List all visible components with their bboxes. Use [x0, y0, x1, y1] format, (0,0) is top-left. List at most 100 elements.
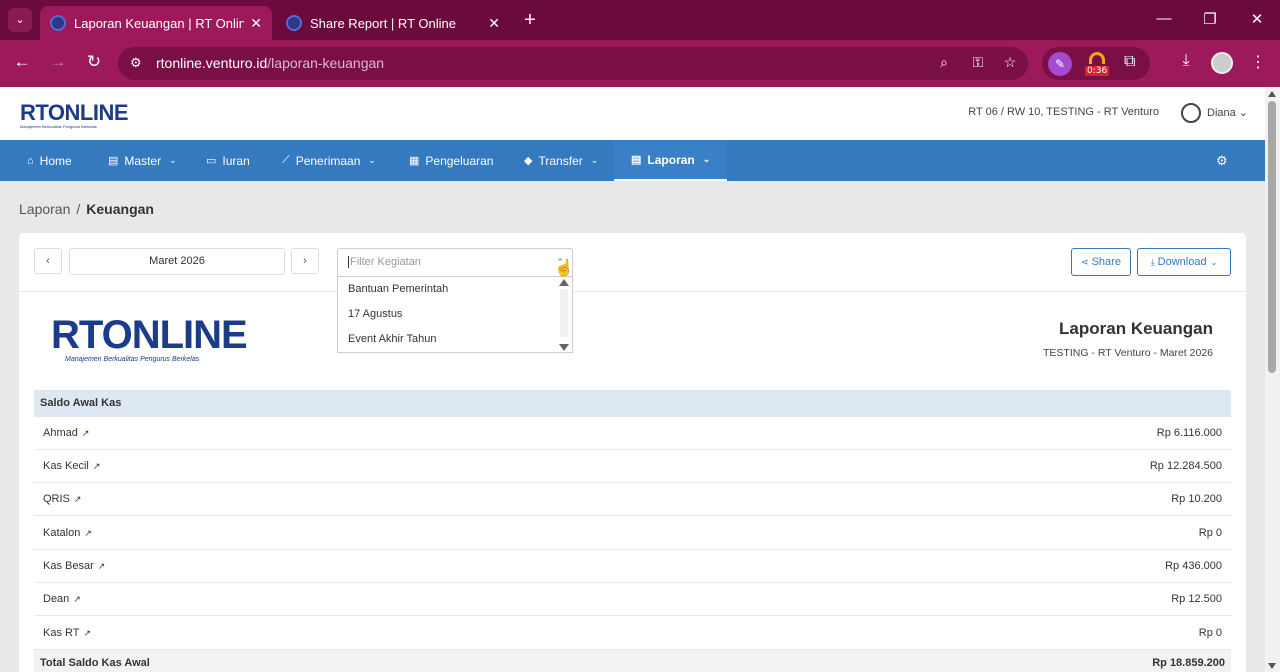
rt-info: RT 06 / RW 10, TESTING - RT Venturo [968, 106, 1159, 118]
nav-pengeluaran[interactable]: ▦ Pengeluaran [409, 140, 493, 181]
scroll-up-icon[interactable] [1268, 91, 1276, 97]
site-settings-icon[interactable]: ⚙ [130, 55, 142, 71]
account-link[interactable]: Kas Besar ↗ [43, 560, 105, 572]
card-icon: ▭ [206, 155, 217, 167]
back-icon[interactable]: ← [11, 52, 33, 72]
profile-avatar[interactable] [1211, 52, 1233, 74]
account-link[interactable]: Dean ↗ [43, 593, 81, 605]
bookmark-star-icon[interactable]: ☆ [1000, 54, 1020, 71]
feather-extension-icon[interactable]: ✎ [1048, 52, 1072, 76]
account-value: Rp 12.284.500 [1149, 460, 1222, 472]
account-value: Rp 436.000 [1165, 560, 1222, 572]
account-link[interactable]: Ahmad ↗ [43, 427, 89, 439]
user-menu[interactable]: Diana ⌄ [1207, 106, 1248, 119]
download-icon: ⤓ [1150, 256, 1155, 267]
key-icon[interactable]: ⚿ [968, 54, 988, 71]
chevron-down-icon: ⌄ [368, 155, 376, 165]
browser-toolbar: ← → ↻ ⚙ rtonline.venturo.id/laporan-keua… [0, 40, 1280, 87]
next-month-button[interactable]: › [291, 248, 319, 274]
external-link-icon: ↗ [83, 628, 92, 638]
prev-month-button[interactable]: ‹ [34, 248, 62, 274]
account-value: Rp 6.116.000 [1156, 427, 1222, 439]
share-icon: ⋖ [1081, 256, 1089, 267]
external-link-icon: ↗ [73, 494, 82, 504]
minimize-icon[interactable]: — [1154, 10, 1174, 27]
breadcrumb: Laporan / Keuangan [19, 201, 154, 217]
filter-kegiatan-input[interactable] [348, 256, 548, 268]
scroll-down-icon[interactable] [1268, 663, 1276, 669]
timer-extension-icon[interactable]: 0:36 [1085, 50, 1110, 76]
external-link-icon: ↗ [81, 428, 90, 438]
rt-online-logo[interactable]: RTONLINE Manajemen Berkualitas Pengurus … [20, 100, 129, 129]
rt-online-favicon-icon [50, 15, 66, 31]
receipt-icon: ▦ [409, 155, 420, 167]
month-picker[interactable]: Maret 2026 [69, 248, 285, 275]
extensions-puzzle-icon[interactable]: ⧉ [1124, 53, 1135, 71]
total-label: Total Saldo Kas Awal [40, 657, 150, 669]
account-value: Rp 10.200 [1171, 493, 1222, 505]
user-circle-icon[interactable] [1181, 103, 1201, 123]
external-link-icon: ↗ [92, 461, 101, 471]
nav-penerimaan[interactable]: ⟋ Penerimaan ⌄ [282, 140, 376, 181]
new-tab-icon[interactable]: + [520, 9, 540, 31]
close-tab-icon[interactable]: ✕ [488, 15, 500, 32]
timer-badge: 0:36 [1085, 66, 1110, 76]
external-link-icon: ↗ [97, 561, 106, 571]
scroll-down-icon[interactable] [559, 344, 569, 351]
total-row: Total Saldo Kas Awal Rp 18.859.200 [34, 650, 1231, 672]
restore-icon[interactable]: ❐ [1200, 10, 1220, 28]
forward-icon[interactable]: → [47, 52, 69, 72]
nav-laporan[interactable]: ▤ Laporan ⌄ [614, 140, 728, 181]
breadcrumb-laporan[interactable]: Laporan [19, 201, 70, 217]
table-row: Ahmad ↗ Rp 6.116.000 [34, 417, 1231, 450]
report-subtitle: TESTING - RT Venturo - Maret 2026 [1042, 347, 1213, 359]
account-link[interactable]: Kas RT ↗ [43, 627, 91, 639]
share-button[interactable]: ⋖ Share [1071, 248, 1131, 276]
scroll-thumb[interactable] [1268, 101, 1276, 373]
mouse-cursor-icon: ☝ [554, 260, 574, 277]
breadcrumb-current: Keuangan [86, 201, 154, 217]
nav-master[interactable]: ▤ Master ⌄ [108, 140, 177, 181]
dropdown-option[interactable]: 17 Agustus [348, 308, 402, 320]
nav-iuran[interactable]: ▭ Iuran [206, 140, 250, 181]
account-link[interactable]: QRIS ↗ [43, 493, 81, 505]
dropdown-option[interactable]: Event Akhir Tahun [348, 333, 436, 345]
dropdown-scrollbar[interactable] [558, 279, 570, 351]
account-value: Rp 0 [1198, 527, 1222, 539]
rt-online-favicon-icon [286, 15, 302, 31]
scroll-up-icon[interactable] [559, 279, 569, 286]
tab-title: Share Report | RT Online [310, 15, 456, 31]
dropdown-option[interactable]: Bantuan Pemerintah [348, 283, 448, 295]
tab-search-icon[interactable]: ⌄ [8, 8, 32, 32]
tab-share-report[interactable]: Share Report | RT Online ✕ [276, 6, 510, 40]
account-value: Rp 0 [1198, 627, 1222, 639]
zoom-icon[interactable]: ⌕ [934, 54, 954, 71]
page-scrollbar[interactable] [1265, 87, 1280, 672]
chart-icon: ⟋ [282, 154, 290, 166]
close-window-icon[interactable]: ✕ [1247, 10, 1267, 28]
nav-transfer[interactable]: ◆ Transfer ⌄ [524, 140, 598, 181]
address-bar[interactable]: ⚙ rtonline.venturo.id/laporan-keuangan ⌕… [118, 47, 1028, 80]
tag-icon: ◆ [524, 155, 533, 167]
table-row: Katalon ↗ Rp 0 [34, 517, 1231, 550]
filter-kegiatan-select[interactable]: ⌃ [337, 248, 573, 277]
close-tab-icon[interactable]: ✕ [250, 15, 262, 32]
reload-icon[interactable]: ↻ [83, 52, 105, 72]
settings-gear-icon[interactable]: ⚙ [1216, 153, 1228, 169]
table-row: Dean ↗ Rp 12.500 [34, 583, 1231, 616]
nav-home[interactable]: ⌂ Home [27, 140, 72, 181]
tab-laporan-keuangan[interactable]: Laporan Keuangan | RT Online ✕ [40, 6, 272, 40]
document-icon: ▤ [631, 154, 642, 166]
browser-tab-strip: ⌄ Laporan Keuangan | RT Online ✕ Share R… [0, 0, 1280, 40]
download-button[interactable]: ⤓ Download ⌄ [1137, 248, 1231, 276]
external-link-icon: ↗ [73, 594, 81, 604]
report-card: ‹ Maret 2026 › ⌃ Bantuan Pemerintah 17 A… [19, 233, 1246, 672]
download-icon[interactable]: ⤓ [1175, 52, 1197, 70]
menu-kebab-icon[interactable]: ⋮ [1247, 52, 1269, 72]
url-text[interactable]: rtonline.venturo.id/laporan-keuangan [156, 55, 384, 71]
divider [19, 291, 1246, 292]
account-link[interactable]: Katalon ↗ [43, 527, 92, 539]
main-nav: ⌂ Home ▤ Master ⌄ ▭ Iuran ⟋ Penerimaan ⌄… [0, 140, 1265, 181]
account-link[interactable]: Kas Kecil ↗ [43, 460, 100, 472]
filter-dropdown-list: Bantuan Pemerintah 17 Agustus Event Akhi… [337, 277, 573, 353]
